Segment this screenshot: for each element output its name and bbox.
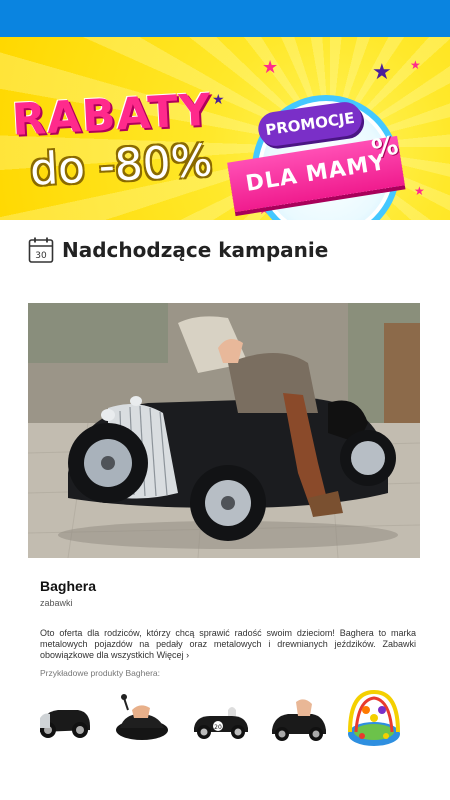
more-link-label: Więcej xyxy=(156,650,184,660)
star-icon: ★ xyxy=(414,184,425,198)
product-race-number: 20 xyxy=(214,724,222,731)
campaign-photo[interactable] xyxy=(28,303,420,558)
example-products-label: Przykładowe produkty Baghera: xyxy=(40,668,161,678)
star-icon: ★ xyxy=(212,92,225,108)
promo-banner[interactable]: ★ ★ ★ ★ ★ ★ ★ RABATY do -80% DLA MAMY PR… xyxy=(0,37,450,220)
product-thumbnail[interactable] xyxy=(32,688,96,750)
product-thumbnail[interactable] xyxy=(342,688,406,750)
star-icon: ★ xyxy=(410,58,421,72)
section-header: 30 Nadchodzące kampanie xyxy=(28,232,328,268)
campaign-brand-name[interactable]: Baghera xyxy=(40,578,96,594)
product-thumbnail[interactable]: 20 xyxy=(188,688,252,750)
status-bar xyxy=(0,0,450,37)
example-products-list: 20 xyxy=(32,688,422,750)
banner-discount: do -80% xyxy=(28,135,214,196)
campaign-description: Oto oferta dla rodziców, którzy chcą spr… xyxy=(40,628,416,661)
product-thumbnail[interactable] xyxy=(266,688,330,750)
campaign-category: zabawki xyxy=(40,598,73,608)
star-icon: ★ xyxy=(262,57,279,78)
calendar-day: 30 xyxy=(35,251,47,261)
campaign-description-text: Oto oferta dla rodziców, którzy chcą spr… xyxy=(40,628,416,660)
chevron-right-icon: › xyxy=(186,650,190,660)
more-link[interactable]: Więcej › xyxy=(157,650,190,660)
section-title: Nadchodzące kampanie xyxy=(62,238,329,262)
star-icon: ★ xyxy=(372,60,392,85)
calendar-icon: 30 xyxy=(28,237,54,263)
product-thumbnail[interactable] xyxy=(110,688,174,750)
campaign-photo-image xyxy=(28,303,420,558)
